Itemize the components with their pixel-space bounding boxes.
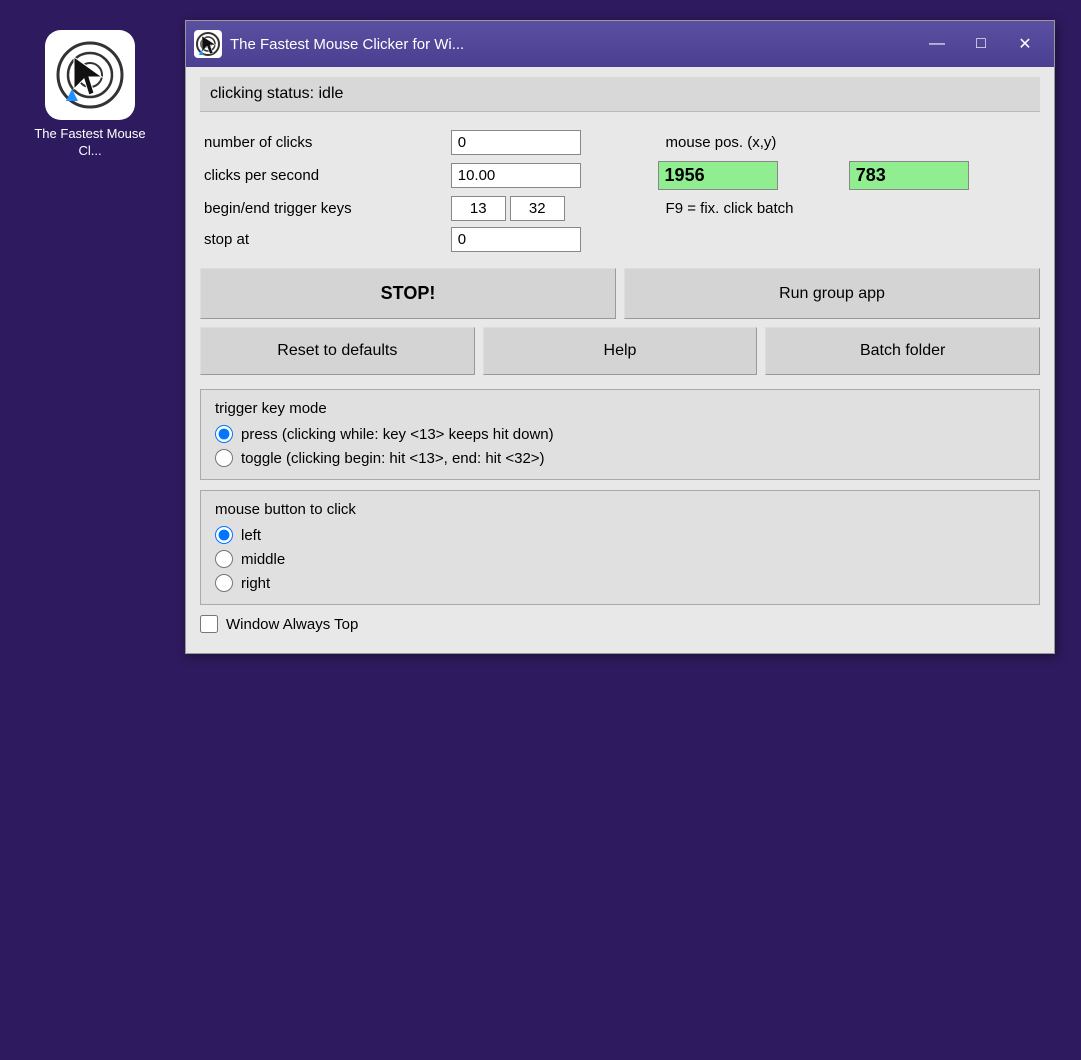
- mouse-right-row: right: [215, 574, 1025, 592]
- reset-button[interactable]: Reset to defaults: [200, 327, 475, 375]
- mouse-button-title: mouse button to click: [215, 501, 1025, 518]
- mouse-middle-radio[interactable]: [215, 550, 233, 568]
- title-bar-icon: [194, 30, 222, 58]
- stop-button[interactable]: STOP!: [200, 268, 616, 319]
- trigger-mode-toggle-row: toggle (clicking begin: hit <13>, end: h…: [215, 449, 1025, 467]
- trigger-keys-label: begin/end trigger keys: [204, 196, 447, 221]
- num-clicks-label: number of clicks: [204, 130, 447, 155]
- button-row-2: Reset to defaults Help Batch folder: [200, 327, 1040, 375]
- title-bar: The Fastest Mouse Clicker for Wi... — □ …: [186, 21, 1054, 67]
- batch-folder-button[interactable]: Batch folder: [765, 327, 1040, 375]
- maximize-button[interactable]: □: [960, 28, 1002, 60]
- mouse-left-label: left: [241, 527, 261, 544]
- trigger-key-mode-panel: trigger key mode press (clicking while: …: [200, 389, 1040, 480]
- status-text: clicking status: idle: [210, 85, 343, 102]
- window-always-top-label: Window Always Top: [226, 616, 358, 633]
- status-bar: clicking status: idle: [200, 77, 1040, 112]
- mouse-left-row: left: [215, 526, 1025, 544]
- trigger-key-mode-title: trigger key mode: [215, 400, 1025, 417]
- app-content: clicking status: idle number of clicks m…: [186, 67, 1054, 653]
- mouse-right-label: right: [241, 575, 270, 592]
- button-row-1: STOP! Run group app: [200, 268, 1040, 319]
- window-always-top-row: Window Always Top: [200, 615, 1040, 633]
- mouse-pos-label: mouse pos. (x,y): [658, 130, 845, 155]
- trigger-mode-press-row: press (clicking while: key <13> keeps hi…: [215, 425, 1025, 443]
- trigger-key2-input[interactable]: [510, 196, 565, 221]
- title-bar-buttons: — □ ✕: [916, 28, 1046, 60]
- help-button[interactable]: Help: [483, 327, 758, 375]
- mouse-middle-label: middle: [241, 551, 285, 568]
- mouse-x-input: [658, 161, 778, 190]
- cps-input[interactable]: [451, 163, 581, 188]
- stop-at-input[interactable]: [451, 227, 581, 252]
- cps-label: clicks per second: [204, 161, 447, 190]
- mouse-right-radio[interactable]: [215, 574, 233, 592]
- close-button[interactable]: ✕: [1004, 28, 1046, 60]
- trigger-mode-toggle-label: toggle (clicking begin: hit <13>, end: h…: [241, 450, 545, 467]
- desktop-icon[interactable]: The Fastest Mouse Cl...: [30, 30, 150, 160]
- mouse-button-panel: mouse button to click left middle right: [200, 490, 1040, 605]
- f9-label: F9 = fix. click batch: [658, 196, 1036, 221]
- desktop-icon-label: The Fastest Mouse Cl...: [30, 126, 150, 160]
- window-always-top-checkbox[interactable]: [200, 615, 218, 633]
- trigger-mode-toggle-radio[interactable]: [215, 449, 233, 467]
- stop-at-label: stop at: [204, 227, 447, 252]
- trigger-mode-press-radio[interactable]: [215, 425, 233, 443]
- mouse-y-input: [849, 161, 969, 190]
- app-icon: [45, 30, 135, 120]
- trigger-key1-input[interactable]: [451, 196, 506, 221]
- trigger-mode-press-label: press (clicking while: key <13> keeps hi…: [241, 426, 554, 443]
- mouse-left-radio[interactable]: [215, 526, 233, 544]
- minimize-button[interactable]: —: [916, 28, 958, 60]
- title-bar-title: The Fastest Mouse Clicker for Wi...: [230, 36, 916, 53]
- num-clicks-input[interactable]: [451, 130, 581, 155]
- app-window: The Fastest Mouse Clicker for Wi... — □ …: [185, 20, 1055, 654]
- run-group-button[interactable]: Run group app: [624, 268, 1040, 319]
- mouse-middle-row: middle: [215, 550, 1025, 568]
